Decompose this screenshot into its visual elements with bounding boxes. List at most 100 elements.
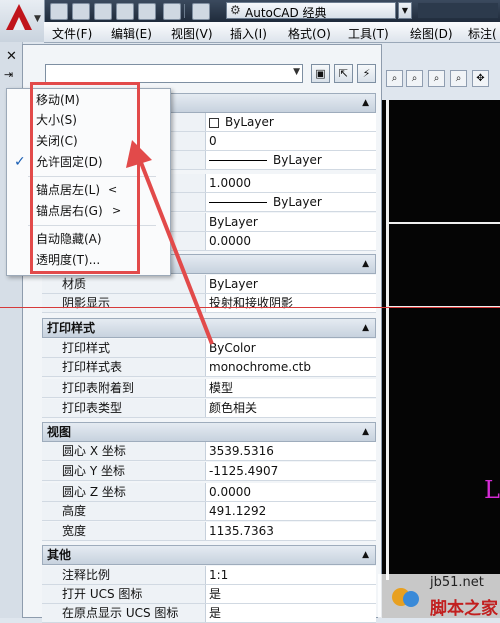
- table-row[interactable]: 材质 ByLayer: [42, 275, 376, 294]
- table-row[interactable]: 打印表附着到 模型: [42, 379, 376, 398]
- workspace-dropdown-button[interactable]: ▼: [398, 2, 412, 19]
- object-type-select[interactable]: ▼: [45, 64, 303, 83]
- property-value: 颜色相关: [209, 401, 258, 415]
- print-icon[interactable]: [138, 3, 156, 20]
- menu-format[interactable]: 格式(O): [288, 25, 331, 42]
- drawing-line: [386, 100, 389, 580]
- property-value: 491.1292: [209, 504, 267, 518]
- property-label: 圆心 Y 坐标: [42, 462, 206, 480]
- new-file-icon[interactable]: [50, 3, 68, 20]
- menu-dimension[interactable]: 标注(: [468, 25, 497, 42]
- property-value: monochrome.ctb: [209, 360, 311, 374]
- property-value: 0.0000: [209, 234, 251, 248]
- property-value: 1135.7363: [209, 524, 274, 538]
- palette-options-icon[interactable]: ⇥: [4, 68, 13, 81]
- property-value: ByLayer: [209, 277, 258, 291]
- table-row[interactable]: 圆心 X 坐标 3539.5316: [42, 442, 376, 461]
- watermark-name: 脚本之家: [430, 599, 498, 619]
- property-value: ByLayer: [225, 115, 274, 129]
- property-label: 圆心 X 坐标: [42, 442, 206, 460]
- watermark-site: jb51.net: [430, 575, 484, 590]
- property-label: 打印样式表: [42, 358, 206, 376]
- table-row[interactable]: 宽度 1135.7363: [42, 522, 376, 541]
- section-misc[interactable]: 其他 ▲: [42, 545, 376, 565]
- property-label: 打印样式: [42, 339, 206, 357]
- chevron-down-icon: ▼: [293, 67, 300, 77]
- property-value: ByColor: [209, 341, 256, 355]
- section-plot-style[interactable]: 打印样式 ▲: [42, 318, 376, 338]
- workspace-name: AutoCAD 经典: [245, 6, 327, 20]
- menu-insert[interactable]: 插入(I): [230, 25, 267, 42]
- lineweight-preview: [209, 202, 267, 203]
- linetype-preview: [209, 160, 267, 161]
- property-label: 材质: [42, 275, 206, 293]
- property-value: 1.0000: [209, 176, 251, 190]
- table-row[interactable]: 圆心 Y 坐标 -1125.4907: [42, 462, 376, 481]
- checkmark-icon: ✓: [14, 154, 26, 170]
- property-value: ByLayer: [273, 195, 322, 209]
- property-value: 1:1: [209, 568, 229, 582]
- toggle-pickadd-icon[interactable]: ▣: [311, 64, 330, 83]
- menu-draw[interactable]: 绘图(D): [410, 25, 453, 42]
- property-label: 宽度: [42, 522, 206, 540]
- save-as-icon[interactable]: [116, 3, 134, 20]
- property-label: 打印表附着到: [42, 379, 206, 397]
- quick-select-icon[interactable]: ⚡: [357, 64, 376, 83]
- collapse-icon: ▲: [362, 259, 369, 269]
- workspace-switcher[interactable]: ⚙ AutoCAD 经典: [226, 2, 396, 20]
- property-value: 3539.5316: [209, 444, 274, 458]
- table-row[interactable]: 打印样式 ByColor: [42, 339, 376, 358]
- property-label: 在原点显示 UCS 图标: [42, 604, 206, 622]
- collapse-icon: ▲: [362, 98, 369, 108]
- canvas-text: L: [484, 476, 500, 504]
- property-value: 投射和接收阴影: [209, 296, 294, 310]
- property-label: 高度: [42, 502, 206, 520]
- autocad-logo-inner: [13, 17, 25, 30]
- undo-icon[interactable]: [163, 3, 181, 20]
- table-row[interactable]: 打印样式表 monochrome.ctb: [42, 358, 376, 377]
- table-row[interactable]: 在原点显示 UCS 图标是: [42, 604, 376, 623]
- collapse-icon: ▲: [362, 550, 369, 560]
- table-row[interactable]: 圆心 Z 坐标 0.0000: [42, 483, 376, 502]
- property-value: -1125.4907: [209, 464, 279, 478]
- zoom-window-icon[interactable]: ⌕: [386, 70, 403, 87]
- property-value: 是: [209, 606, 222, 620]
- property-value: 0: [209, 134, 217, 148]
- annotation-highlight-box: [30, 82, 140, 274]
- menu-tools[interactable]: 工具(T): [348, 25, 389, 42]
- pan-icon[interactable]: ✥: [472, 70, 489, 87]
- watermark-logo-icon: [392, 588, 419, 607]
- application-menu-button[interactable]: ▼: [0, 0, 45, 42]
- menu-file[interactable]: 文件(F): [52, 25, 92, 42]
- chevron-down-icon: ▼: [34, 14, 41, 24]
- zoom-realtime-icon[interactable]: ⌕: [406, 70, 423, 87]
- table-row[interactable]: 高度 491.1292: [42, 502, 376, 521]
- section-title: 打印样式: [47, 321, 96, 335]
- property-label: 阴影显示: [42, 294, 206, 312]
- zoom-previous-icon[interactable]: ⌕: [428, 70, 445, 87]
- section-view[interactable]: 视图 ▲: [42, 422, 376, 442]
- open-folder-icon[interactable]: [72, 3, 90, 20]
- zoom-extents-icon[interactable]: ⌕: [450, 70, 467, 87]
- menu-view[interactable]: 视图(V): [171, 25, 213, 42]
- section-title: 其他: [47, 548, 72, 562]
- gear-icon: ⚙: [230, 3, 241, 17]
- property-value: 是: [209, 587, 222, 601]
- property-label: 圆心 Z 坐标: [42, 483, 206, 501]
- select-objects-icon[interactable]: ⇱: [334, 64, 353, 83]
- redo-icon[interactable]: [192, 3, 210, 20]
- property-value: ByLayer: [209, 215, 258, 229]
- color-swatch: [209, 117, 219, 128]
- close-icon[interactable]: ✕: [6, 49, 17, 64]
- save-icon[interactable]: [94, 3, 112, 20]
- table-row[interactable]: 阴影显示 投射和接收阴影: [42, 294, 376, 313]
- menu-edit[interactable]: 编辑(E): [111, 25, 152, 42]
- table-row[interactable]: 打开 UCS 图标是: [42, 585, 376, 604]
- toolbar-divider: [184, 4, 185, 18]
- drawing-canvas[interactable]: [382, 100, 500, 618]
- property-value: 0.0000: [209, 485, 251, 499]
- table-row[interactable]: 打印表类型 颜色相关: [42, 399, 376, 418]
- table-row[interactable]: 注释比例 1:1: [42, 566, 376, 585]
- section-title: 视图: [47, 425, 72, 439]
- collapse-icon: ▲: [362, 427, 369, 437]
